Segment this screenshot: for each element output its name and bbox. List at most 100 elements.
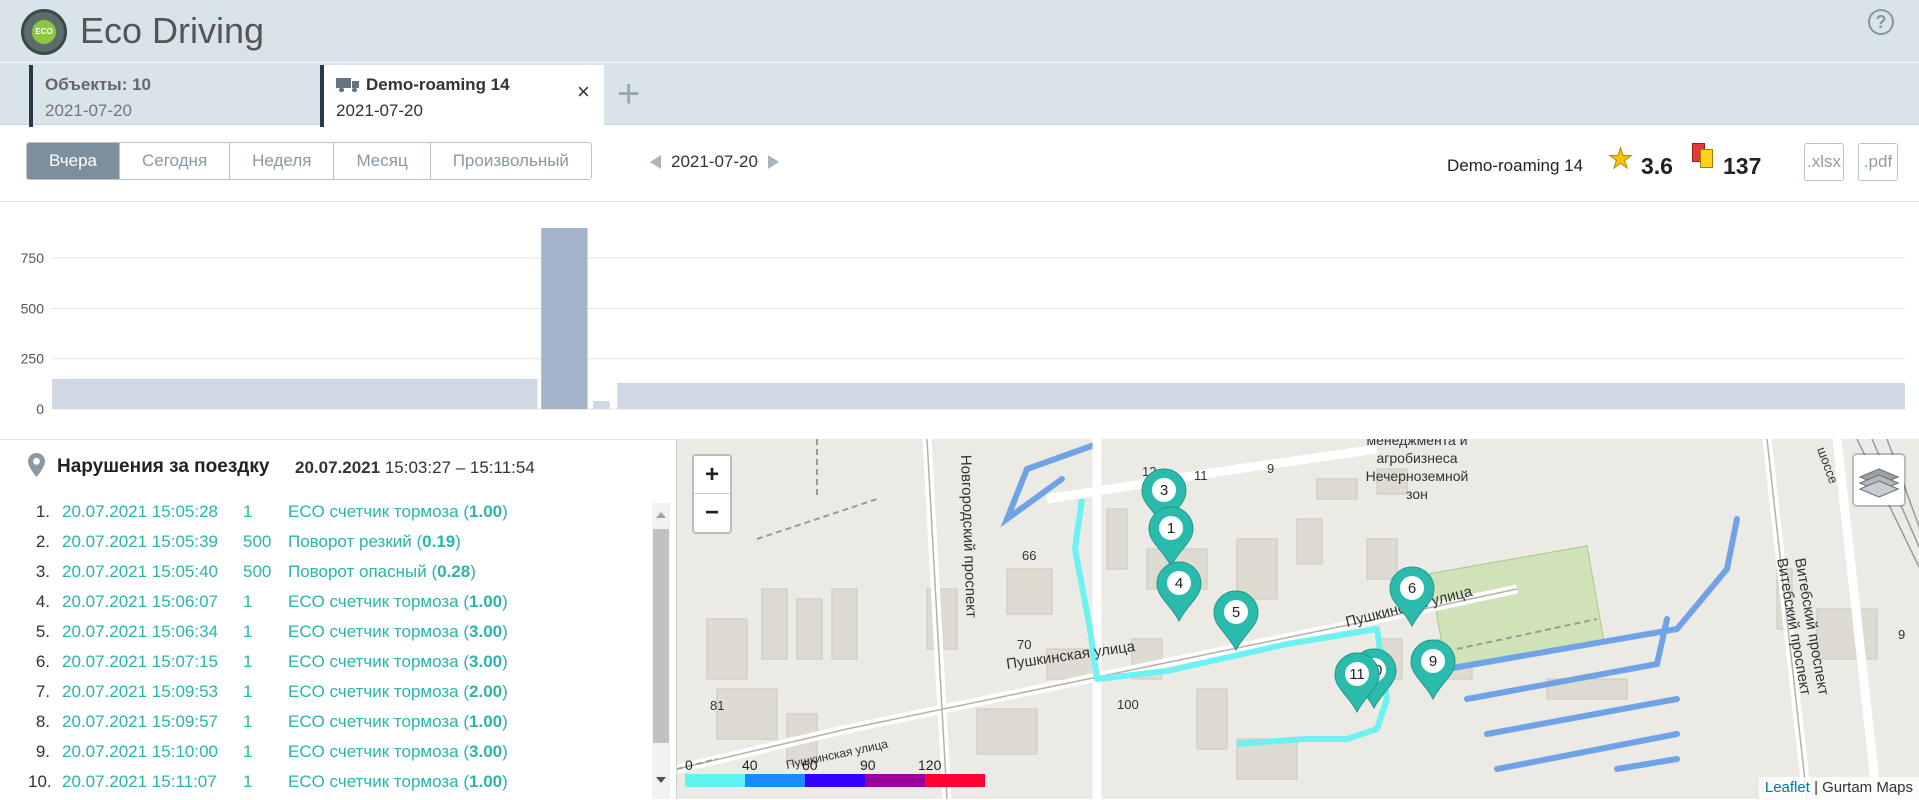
- violation-number: 5.: [35, 622, 50, 641]
- violation-code: 500: [243, 562, 272, 581]
- chart-y-tick-label: 0: [36, 401, 44, 417]
- period-yesterday-button[interactable]: Вчера: [27, 143, 119, 179]
- chart-svg: 0 250 500 750: [21, 228, 1905, 417]
- violation-time[interactable]: 20.07.2021 15:10:00: [62, 737, 218, 767]
- period-today-button[interactable]: Сегодня: [119, 143, 230, 179]
- zoom-in-button[interactable]: +: [694, 456, 730, 494]
- violation-description[interactable]: ECO счетчик тормоза (1.00): [288, 707, 508, 737]
- current-date: 2021-07-20: [671, 152, 758, 171]
- violation-value: 1.00: [469, 712, 503, 731]
- star-icon: ★: [1607, 143, 1634, 174]
- violations-title: Нарушения за поездку: [57, 456, 270, 477]
- export-xlsx-button[interactable]: .xlsx: [1804, 143, 1844, 181]
- violation-time[interactable]: 20.07.2021 15:05:28: [62, 497, 218, 527]
- map[interactable]: Пушкинская улица Пушкинская улица Пушкин…: [676, 439, 1919, 799]
- map-marker[interactable]: 6: [1389, 566, 1435, 628]
- map-markers: 3145691011: [1141, 468, 1456, 714]
- violation-value: 1.00: [469, 592, 503, 611]
- map-marker-label: 6: [1408, 580, 1416, 597]
- violation-code: 1: [243, 682, 253, 701]
- map-marker[interactable]: 5: [1213, 590, 1259, 652]
- map-attribution: Leaflet | Gurtam Maps: [1758, 777, 1919, 799]
- export-pdf-button[interactable]: .pdf: [1858, 143, 1898, 181]
- period-month-button[interactable]: Месяц: [333, 143, 430, 179]
- violations-scrollbar[interactable]: [652, 503, 670, 799]
- violation-time[interactable]: 20.07.2021 15:09:53: [62, 677, 218, 707]
- violation-value: 0.28: [437, 562, 471, 581]
- map-marker[interactable]: 1: [1148, 506, 1194, 568]
- speed-legend-swatch: [925, 774, 985, 787]
- violation-time[interactable]: 20.07.2021 15:05:39: [62, 527, 218, 557]
- scrollbar-thumb[interactable]: [653, 529, 669, 743]
- chart-bar[interactable]: [541, 228, 588, 409]
- next-date-icon[interactable]: [767, 155, 779, 169]
- map-marker-label: 11: [1349, 666, 1365, 683]
- map-marker-label: 1: [1167, 520, 1175, 537]
- layers-icon: [1858, 468, 1900, 498]
- violation-description[interactable]: ECO счетчик тормоза (3.00): [288, 617, 508, 647]
- violation-time[interactable]: 20.07.2021 15:11:07: [62, 767, 217, 797]
- violation-time[interactable]: 20.07.2021 15:06:07: [62, 587, 218, 617]
- map-marker-label: 4: [1175, 575, 1183, 592]
- layers-button[interactable]: [1852, 453, 1906, 507]
- chart-bar[interactable]: [617, 382, 1905, 409]
- logo-text: ECO: [32, 20, 56, 44]
- trip-range: 20.07.2021 15:03:27 – 15:11:54: [295, 458, 535, 478]
- violation-value: 1.00: [469, 502, 503, 521]
- speed-legend-swatch: [745, 774, 805, 787]
- app-header: ECO Eco Driving ?: [0, 0, 1919, 62]
- violation-description[interactable]: ECO счетчик тормоза (3.00): [288, 647, 508, 677]
- chart-y-tick-label: 750: [21, 250, 45, 266]
- violation-time[interactable]: 20.07.2021 15:09:57: [62, 707, 218, 737]
- scroll-down-icon[interactable]: [656, 777, 666, 783]
- period-week-button[interactable]: Неделя: [229, 143, 334, 179]
- violation-time[interactable]: 20.07.2021 15:07:15: [62, 647, 218, 677]
- violation-description[interactable]: ECO счетчик тормоза (3.00): [288, 737, 508, 767]
- map-marker-label: 9: [1429, 653, 1437, 670]
- tab-demo-roaming[interactable]: Demo-roaming 14 2021-07-20 ×: [320, 65, 604, 127]
- help-icon[interactable]: ?: [1868, 9, 1894, 35]
- violation-value: 2.00: [469, 682, 503, 701]
- trip-time-range: 15:03:27 – 15:11:54: [384, 458, 535, 477]
- violation-number: 9.: [35, 742, 50, 761]
- leaflet-link[interactable]: Leaflet: [1765, 779, 1810, 796]
- speed-legend-swatch: [805, 774, 865, 787]
- violation-description[interactable]: Поворот опасный (0.28): [288, 557, 476, 587]
- violation-description[interactable]: ECO счетчик тормоза (1.00): [288, 497, 508, 527]
- tab-date: 2021-07-20: [336, 101, 423, 120]
- violation-value: 0.19: [422, 532, 456, 551]
- period-custom-button[interactable]: Произвольный: [429, 143, 591, 179]
- add-tab-button[interactable]: +: [617, 74, 640, 114]
- violation-code: 1: [243, 592, 253, 611]
- violation-description[interactable]: ECO счетчик тормоза (1.00): [288, 587, 508, 617]
- violation-value: 1.00: [469, 772, 503, 791]
- violation-time[interactable]: 20.07.2021 15:05:40: [62, 557, 218, 587]
- attribution-separator: |: [1809, 779, 1823, 796]
- speed-legend-label: 60: [802, 757, 818, 773]
- prev-date-icon[interactable]: [650, 155, 661, 169]
- scroll-up-icon[interactable]: [656, 512, 666, 518]
- violation-number: 2.: [35, 532, 50, 551]
- map-marker-label: 3: [1160, 482, 1168, 499]
- tab-title: Demo-roaming 14: [366, 75, 510, 94]
- map-pin-icon: [28, 453, 45, 477]
- zoom-out-button[interactable]: −: [694, 494, 730, 532]
- violation-description[interactable]: ECO счетчик тормоза (2.00): [288, 677, 508, 707]
- violation-number: 1.: [35, 502, 50, 521]
- chart-y-tick-label: 250: [21, 351, 45, 367]
- violation-time[interactable]: 20.07.2021 15:06:34: [62, 617, 218, 647]
- tab-objects[interactable]: Объекты: 10 2021-07-20: [29, 65, 320, 127]
- zoom-control: + −: [692, 454, 732, 534]
- map-marker[interactable]: 9: [1410, 639, 1456, 701]
- violation-code: 1: [243, 622, 253, 641]
- violation-description[interactable]: ECO счетчик тормоза (1.00): [288, 767, 508, 797]
- violation-code: 1: [243, 652, 253, 671]
- chart-bar[interactable]: [52, 378, 538, 409]
- close-tab-icon[interactable]: ×: [577, 79, 590, 105]
- gurtam-maps-label: Gurtam Maps: [1822, 779, 1913, 796]
- tab-title: Объекты: 10: [45, 75, 151, 94]
- violation-description[interactable]: Поворот резкий (0.19): [288, 527, 461, 557]
- map-marker[interactable]: 4: [1156, 561, 1202, 623]
- violation-number: 3.: [35, 562, 50, 581]
- chart-bar[interactable]: [593, 400, 610, 409]
